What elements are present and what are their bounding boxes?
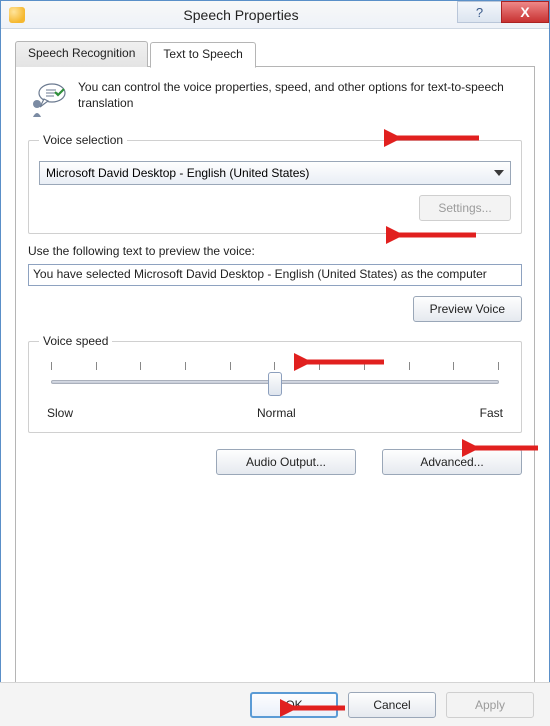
help-button[interactable]: ? xyxy=(457,1,501,23)
tab-label: Speech Recognition xyxy=(28,46,135,60)
preview-text-input[interactable]: You have selected Microsoft David Deskto… xyxy=(28,264,522,286)
button-label: Apply xyxy=(475,698,505,712)
slider-thumb[interactable] xyxy=(268,372,282,396)
button-label: Advanced... xyxy=(420,455,483,469)
advanced-button[interactable]: Advanced... xyxy=(382,449,522,475)
speech-properties-dialog: Speech Properties ? X Speech Recognition… xyxy=(0,0,550,726)
preview-voice-button[interactable]: Preview Voice xyxy=(413,296,522,322)
voice-dropdown[interactable]: Microsoft David Desktop - English (Unite… xyxy=(39,161,511,185)
intro-row: You can control the voice properties, sp… xyxy=(28,79,522,119)
voice-dropdown-value: Microsoft David Desktop - English (Unite… xyxy=(46,166,309,180)
apply-button: Apply xyxy=(446,692,534,718)
button-label: Settings... xyxy=(438,201,491,215)
tts-icon xyxy=(28,79,68,119)
button-label: Cancel xyxy=(373,698,410,712)
intro-text: You can control the voice properties, sp… xyxy=(78,79,522,119)
voice-selection-group: Voice selection Microsoft David Desktop … xyxy=(28,133,522,234)
settings-button: Settings... xyxy=(419,195,511,221)
window-title: Speech Properties xyxy=(25,7,457,23)
button-label: Audio Output... xyxy=(246,455,326,469)
preview-text-value: You have selected Microsoft David Deskto… xyxy=(33,267,487,281)
tab-label: Text to Speech xyxy=(163,47,242,61)
speed-fast-label: Fast xyxy=(480,406,503,420)
chevron-down-icon xyxy=(494,170,504,176)
speed-normal-label: Normal xyxy=(257,406,296,420)
tab-text-to-speech[interactable]: Text to Speech xyxy=(150,42,255,68)
dialog-footer: OK Cancel Apply xyxy=(0,682,550,726)
tab-speech-recognition[interactable]: Speech Recognition xyxy=(15,41,148,67)
speed-slow-label: Slow xyxy=(47,406,73,420)
close-icon: X xyxy=(520,4,529,20)
button-label: OK xyxy=(285,698,302,712)
titlebar: Speech Properties ? X xyxy=(1,1,549,29)
audio-output-button[interactable]: Audio Output... xyxy=(216,449,356,475)
tabs: Speech Recognition Text to Speech xyxy=(15,41,535,67)
voice-speed-group: Voice speed Slow Normal Fast xyxy=(28,334,522,433)
cancel-button[interactable]: Cancel xyxy=(348,692,436,718)
help-icon: ? xyxy=(476,5,483,20)
voice-selection-legend: Voice selection xyxy=(39,133,127,147)
button-label: Preview Voice xyxy=(430,302,505,316)
ok-button[interactable]: OK xyxy=(250,692,338,718)
preview-label: Use the following text to preview the vo… xyxy=(28,244,522,258)
tab-panel: You can control the voice properties, sp… xyxy=(15,66,535,690)
close-button[interactable]: X xyxy=(501,1,549,23)
voice-speed-legend: Voice speed xyxy=(39,334,112,348)
speed-slider[interactable] xyxy=(43,362,507,402)
speech-icon xyxy=(9,7,25,23)
